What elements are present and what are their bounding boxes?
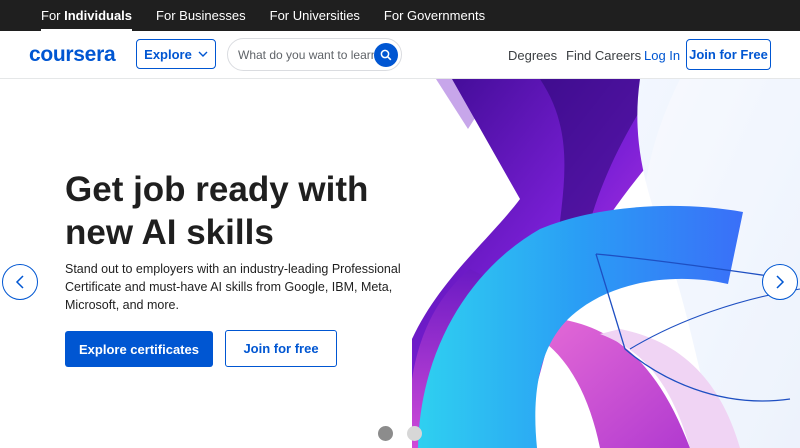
chevron-left-icon [15,275,24,289]
audience-tab-individuals[interactable]: For Individuals [41,0,133,31]
coursera-logo[interactable]: coursera [29,43,116,67]
carousel-dot-2[interactable] [407,426,422,441]
join-for-free-hero-button[interactable]: Join for free [225,330,337,367]
audience-tab-prefix: For [41,8,65,23]
audience-bar: For Individuals For Businesses For Unive… [0,0,800,31]
carousel-next-button[interactable] [762,264,798,300]
explore-button[interactable]: Explore [136,39,216,69]
carousel-dot-1[interactable] [378,426,393,441]
hero-title: Get job ready with new AI skills [65,170,369,252]
login-link[interactable]: Log In [644,48,680,63]
nav-link-degrees[interactable]: Degrees [508,48,557,63]
search-button[interactable] [374,43,398,67]
chevron-right-icon [776,275,785,289]
site-header: coursera Explore Degrees Find Careers Lo… [0,31,800,79]
search-box [227,38,402,71]
explore-certificates-button[interactable]: Explore certificates [65,331,213,367]
hero-banner: Get job ready with new AI skills Stand o… [0,79,800,448]
join-for-free-button[interactable]: Join for Free [686,39,771,70]
nav-link-find-careers[interactable]: Find Careers [566,48,641,63]
audience-tab-label: Individuals [64,8,133,23]
audience-tab-universities[interactable]: For Universities [270,0,360,31]
search-icon [380,49,392,61]
explore-label: Explore [144,46,192,62]
audience-tab-businesses[interactable]: For Businesses [156,0,246,31]
hero-description: Stand out to employers with an industry-… [65,262,401,312]
search-input[interactable] [238,47,374,63]
chevron-down-icon [198,51,208,57]
audience-tab-governments[interactable]: For Governments [384,0,485,31]
carousel-prev-button[interactable] [2,264,38,300]
